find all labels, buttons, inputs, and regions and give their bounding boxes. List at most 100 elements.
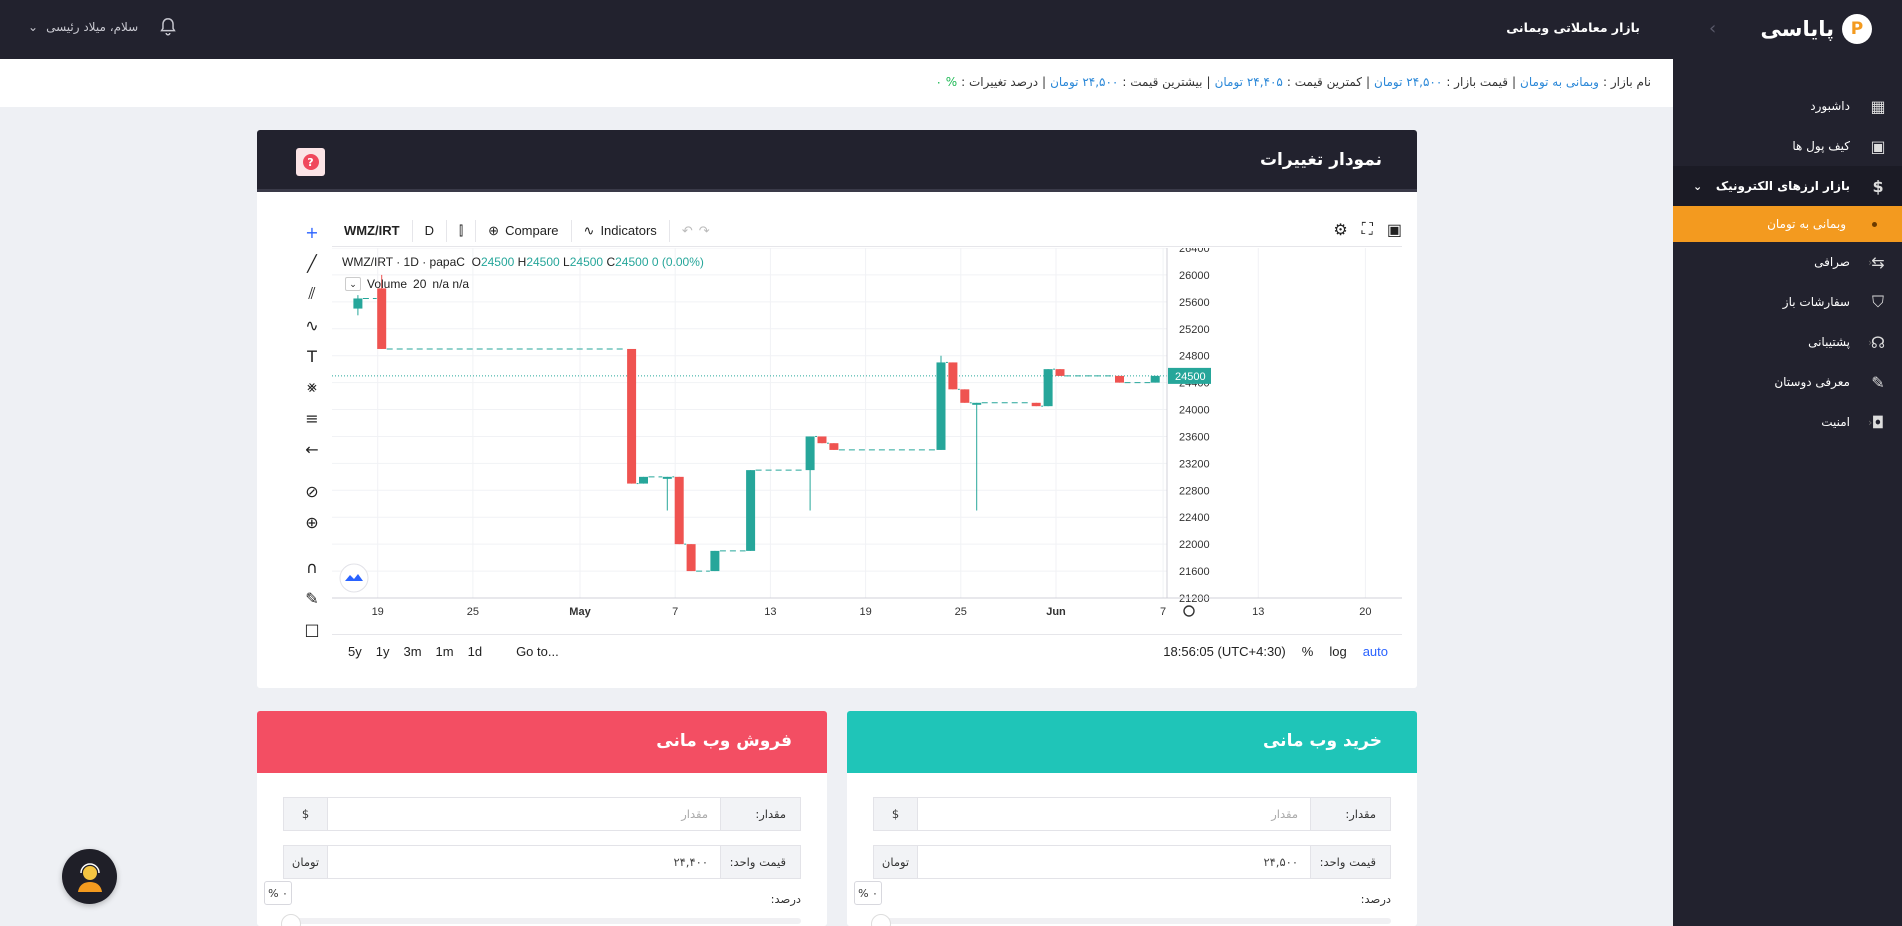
slider-knob[interactable] <box>871 914 891 926</box>
price-chart[interactable]: 2640026000256002520024800244002400023600… <box>332 248 1402 634</box>
buy-amount-label: مقدار: <box>1310 798 1390 830</box>
sell-price-input[interactable]: ۲۴,۴۰۰ <box>328 846 720 878</box>
fullscreen-icon[interactable]: ⛶ <box>1362 221 1373 239</box>
sell-price-row: قیمت واحد: ۲۴,۴۰۰ تومان <box>283 845 801 879</box>
sidebar-item-wallets[interactable]: ▣ کیف پول ها <box>1673 126 1902 166</box>
undo-redo[interactable]: ↶ ↷ <box>670 220 722 242</box>
settings-icon[interactable]: ⚙ <box>1333 220 1347 240</box>
help-button[interactable]: ? <box>296 148 325 176</box>
sidebar-item-label: پشتیبانی <box>1808 335 1850 349</box>
candle-body <box>746 470 756 551</box>
price-tick-label: 22000 <box>1179 539 1210 551</box>
price-tick-label: 26400 <box>1179 248 1210 255</box>
chevron-left-icon: ‹ <box>1868 255 1873 269</box>
buy-price-input[interactable]: ۲۴,۵۰۰ <box>918 846 1310 878</box>
question-icon: ? <box>302 154 319 170</box>
range-1m[interactable]: 1m <box>436 644 454 659</box>
sidebar-item-label: امنیت <box>1821 415 1850 429</box>
buy-percent-label: درصد: <box>1360 892 1391 906</box>
sidebar-item-webmoney-toman[interactable]: وبمانی به تومان <box>1673 206 1902 242</box>
legend-close: 24500 <box>615 255 649 269</box>
price-value: ۲۴,۵۰۰ تومان <box>1374 75 1443 89</box>
min-price-value: ۲۴,۴۰۵ تومان <box>1214 75 1283 89</box>
sidebar-item-label: وبمانی به تومان <box>1767 217 1846 231</box>
range-1d[interactable]: 1d <box>468 644 482 659</box>
compare-button[interactable]: ⊕ Compare <box>476 219 572 242</box>
logo-text: پایاسی <box>1760 17 1834 41</box>
bullet-icon <box>1872 221 1877 227</box>
text-icon[interactable]: T <box>300 344 324 368</box>
goto-date-button[interactable]: Go to... <box>516 644 559 659</box>
sidebar-item-exchange[interactable]: ⇆ صرافی ‹ <box>1673 242 1902 282</box>
time-tick-label: 13 <box>1252 606 1264 618</box>
support-agent-icon <box>77 862 102 892</box>
trend-line-icon[interactable]: ╱ <box>300 251 324 275</box>
auto-scale-toggle[interactable]: auto <box>1363 644 1388 659</box>
crosshair-icon[interactable]: + <box>300 220 324 244</box>
percent-scale-toggle[interactable]: % <box>1302 644 1314 659</box>
unlock-icon[interactable]: □ <box>300 617 324 641</box>
support-chat-button[interactable] <box>62 849 117 904</box>
sidebar-item-referral[interactable]: ✎ معرفی دوستان <box>1673 362 1902 402</box>
candle-style-icon[interactable]: ⫿ <box>447 219 477 242</box>
wallet-icon: ▣ <box>1870 136 1886 156</box>
range-1y[interactable]: 1y <box>376 644 390 659</box>
time-tick-label: 7 <box>1160 606 1166 618</box>
undo-icon[interactable]: ↶ <box>682 223 693 239</box>
market-info-bar: نام بازار : وبمانی به تومان | قیمت بازار… <box>0 59 1673 107</box>
sell-amount-row: مقدار: مقدار $ <box>283 797 801 831</box>
sidebar-item-support[interactable]: ☊ پشتیبانی ‹ <box>1673 322 1902 362</box>
sell-amount-input[interactable]: مقدار <box>328 798 720 830</box>
log-scale-toggle[interactable]: log <box>1329 644 1346 659</box>
logo[interactable]: P پایاسی <box>1761 14 1872 44</box>
clock-readout[interactable]: 18:56:05 (UTC+4:30) <box>1163 644 1285 659</box>
buy-percent-slider[interactable] <box>871 914 1391 926</box>
sidebar-item-crypto-market[interactable]: $ بازار ارزهای الکترونیک ⌄ <box>1673 166 1902 206</box>
sell-card: فروش وب مانی مقدار: مقدار $ قیمت واحد: ۲… <box>257 711 827 926</box>
buy-percent-value: ۰ % <box>854 881 882 905</box>
indicators-button[interactable]: ∿ Indicators <box>572 219 670 242</box>
camera-icon[interactable]: ▣ <box>1387 220 1402 240</box>
pattern-icon[interactable]: ⨳ <box>300 375 324 399</box>
slider-knob[interactable] <box>281 914 301 926</box>
min-price-label: کمترین قیمت : <box>1286 75 1362 89</box>
interval-button[interactable]: D <box>413 219 447 242</box>
chevron-down-icon: ⌄ <box>28 20 39 34</box>
user-menu[interactable]: سلام، میلاد رئیسی ⌄ <box>28 20 138 34</box>
time-tick-label: Jun <box>1046 606 1066 618</box>
brush-icon[interactable]: ∿ <box>300 313 324 337</box>
sidebar-item-open-orders[interactable]: ⛉ سفارشات باز <box>1673 282 1902 322</box>
sell-percent-slider[interactable] <box>281 914 801 926</box>
magnet-icon[interactable]: ∩ <box>300 555 324 579</box>
lock-drawing-icon[interactable]: ✎ <box>300 586 324 610</box>
plus-circle-icon: ⊕ <box>488 222 500 238</box>
sell-price-label: قیمت واحد: <box>720 846 800 878</box>
prediction-icon[interactable]: ≡ <box>300 406 324 430</box>
sidebar-item-security[interactable]: ◘ امنیت ‹ <box>1673 402 1902 442</box>
price-tick-label: 24000 <box>1179 405 1210 417</box>
chart-legend: WMZ/IRT · 1D · papaC O24500 H24500 L2450… <box>342 255 704 269</box>
candle-body <box>353 298 363 309</box>
back-arrow-icon[interactable]: ← <box>300 437 324 461</box>
legend-open: 24500 <box>480 255 515 269</box>
redo-icon[interactable]: ↷ <box>699 223 710 239</box>
price-tick-label: 21600 <box>1179 566 1210 578</box>
range-3m[interactable]: 3m <box>403 644 421 659</box>
indicators-label: Indicators <box>600 223 657 238</box>
sell-percent-value: ۰ % <box>264 881 292 905</box>
symbol-search[interactable]: WMZ/IRT <box>332 219 413 242</box>
collapse-legend-icon[interactable]: ⌄ <box>345 277 361 291</box>
bell-icon[interactable] <box>157 15 179 39</box>
zoom-in-icon[interactable]: ⊕ <box>300 510 324 534</box>
axis-settings-icon <box>1183 605 1195 617</box>
ruler-icon[interactable]: ⊘ <box>300 479 324 503</box>
candle-body <box>1055 369 1065 376</box>
candle-body <box>674 476 684 545</box>
sidebar-item-dashboard[interactable]: ▦ داشبورد <box>1673 86 1902 126</box>
fib-icon[interactable]: ⫽ <box>300 282 324 306</box>
time-tick-label: 20 <box>1359 606 1371 618</box>
sell-amount-label: مقدار: <box>720 798 800 830</box>
buy-amount-input[interactable]: مقدار <box>918 798 1310 830</box>
collapse-sidebar-icon[interactable]: ‹ <box>1709 18 1716 39</box>
range-5y[interactable]: 5y <box>348 644 362 659</box>
